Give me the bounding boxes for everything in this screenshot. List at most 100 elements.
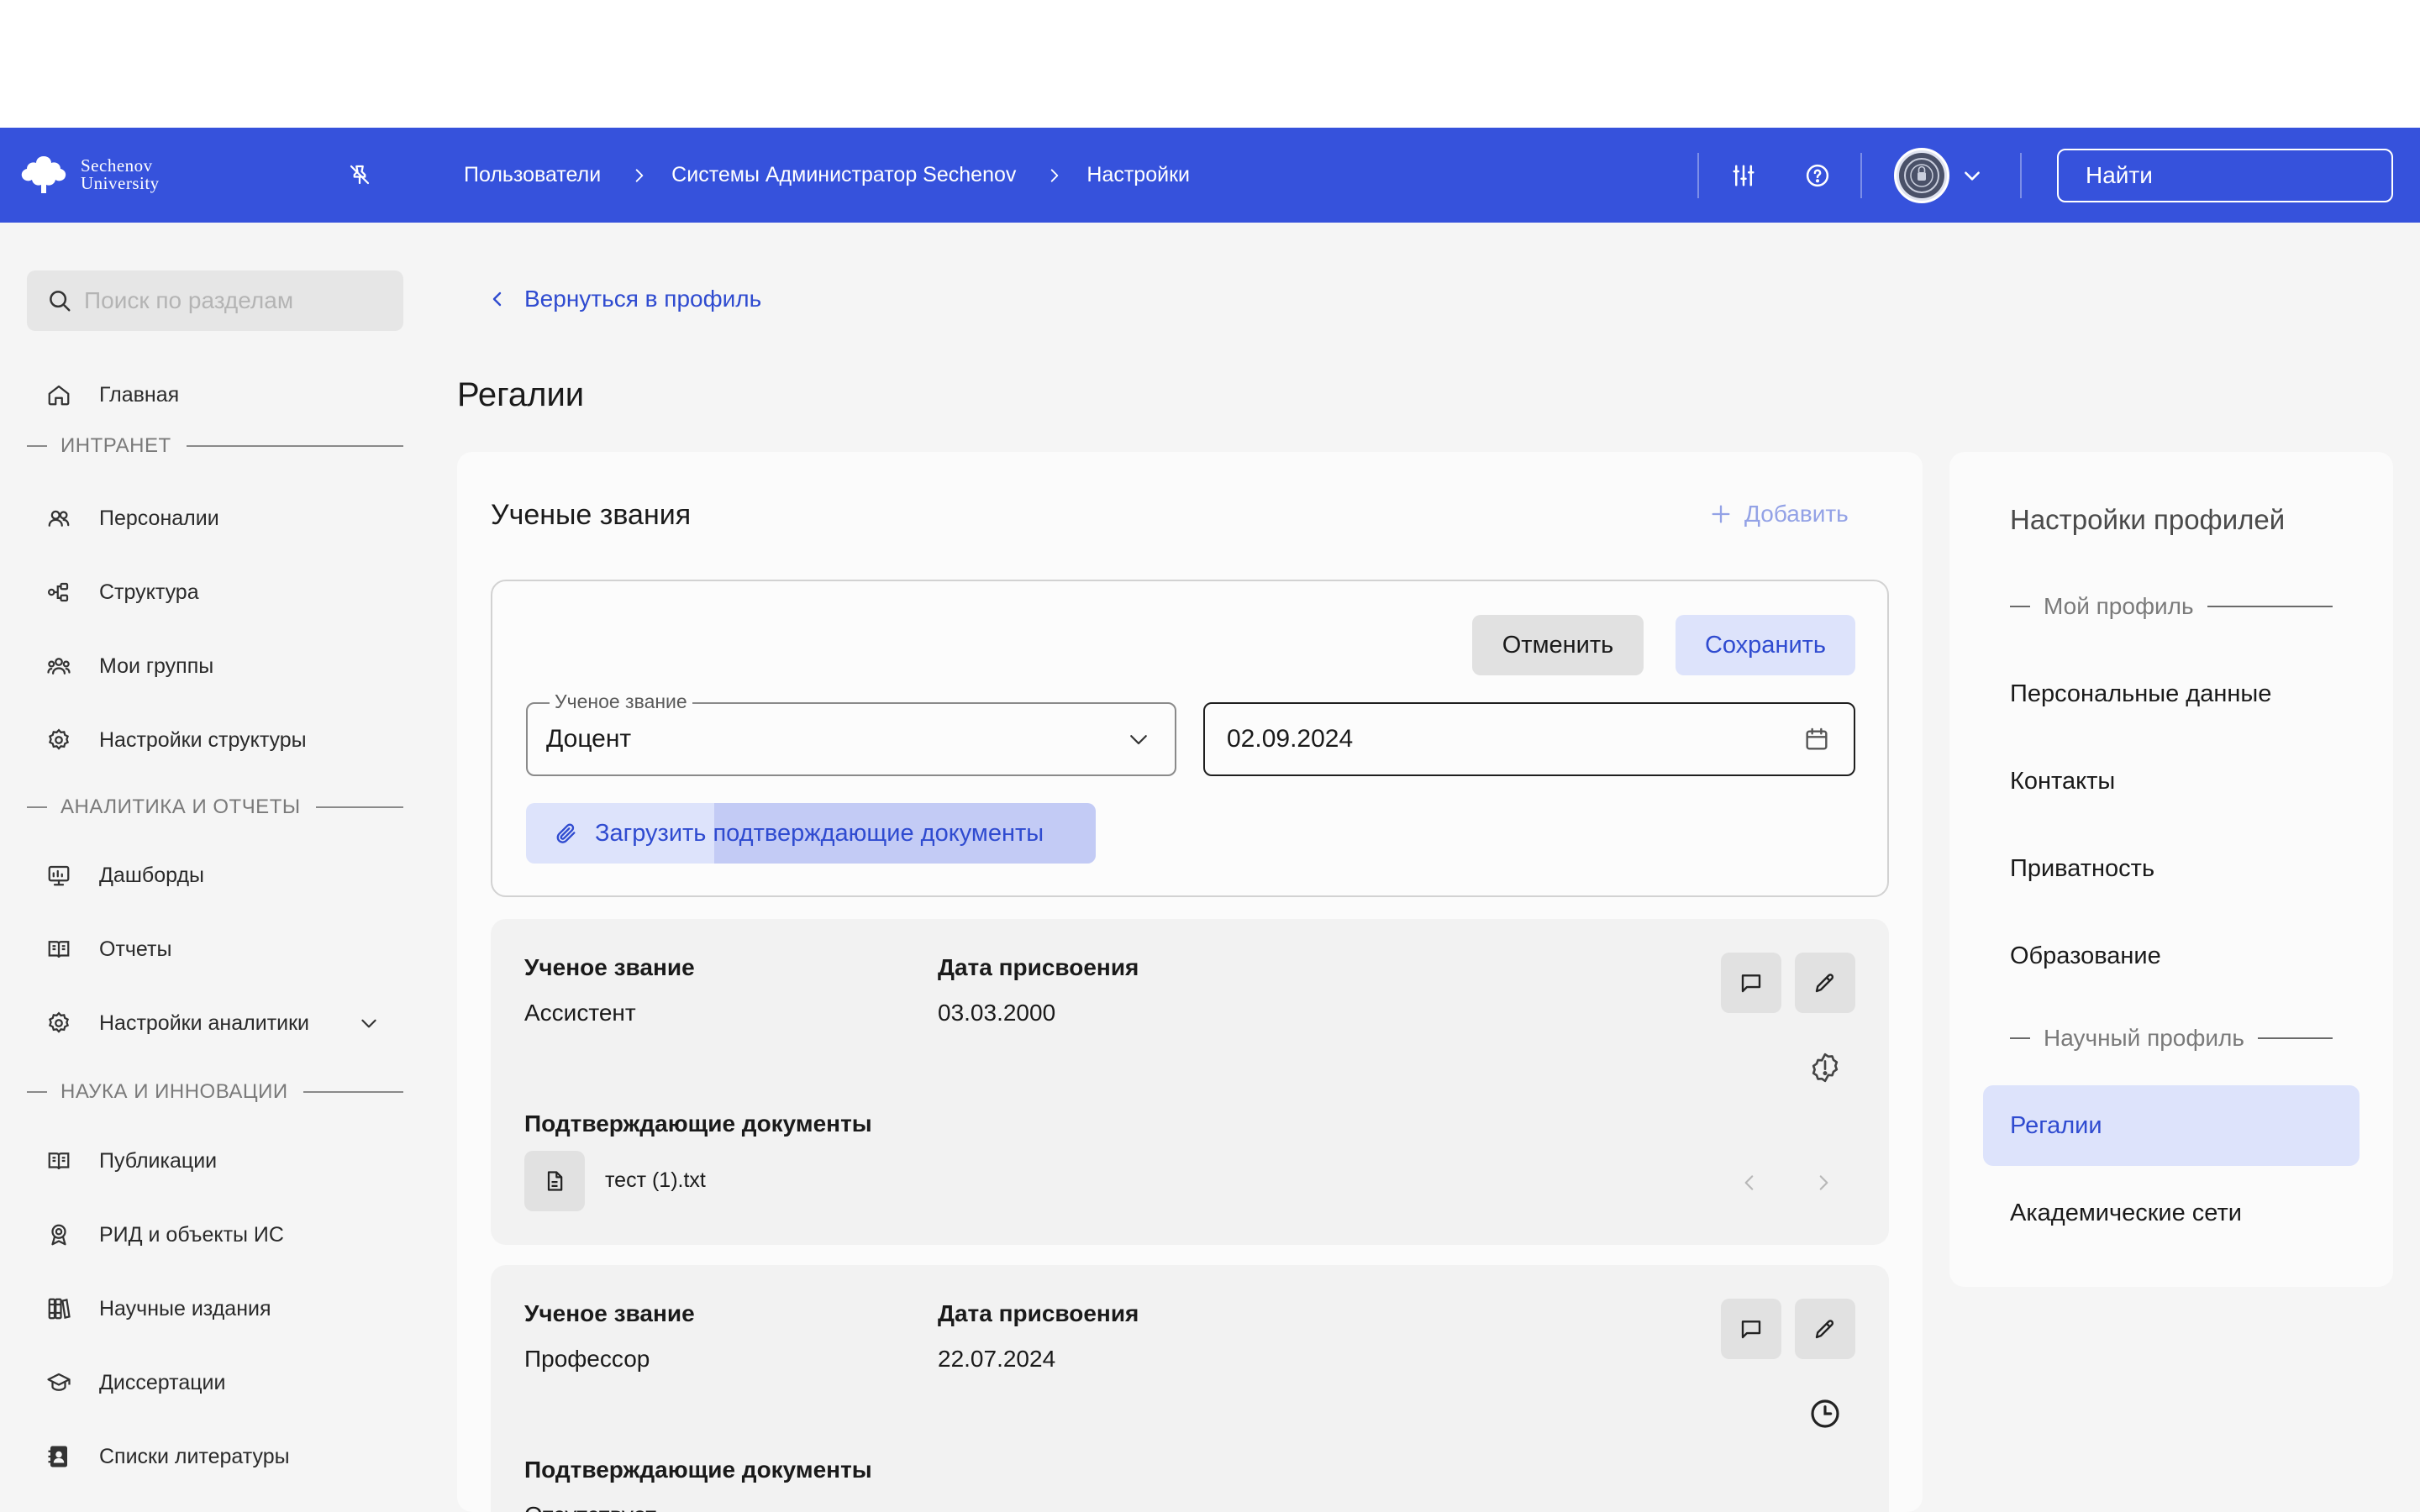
- sidebar-item-label: Научные издания: [99, 1296, 271, 1320]
- header-divider: [1860, 153, 1862, 198]
- page-title: Регалии: [457, 376, 585, 413]
- cancel-button[interactable]: Отменить: [1472, 615, 1644, 675]
- add-button-label: Добавить: [1744, 501, 1849, 527]
- sidebar-item-personalii[interactable]: Персоналии: [44, 497, 219, 539]
- file-icon-button[interactable]: [524, 1151, 585, 1211]
- sidebar-section-intranet: ИНТРАНЕТ: [27, 434, 403, 458]
- chevron-right-icon: [635, 168, 644, 182]
- sliders-icon[interactable]: [1726, 158, 1761, 193]
- rank-entry: Ученое звание Профессор Дата присвоения …: [491, 1265, 1889, 1512]
- logo-tree-icon: [21, 156, 66, 193]
- sidebar-section-title: НАУКА И ИННОВАЦИИ: [60, 1080, 288, 1103]
- next-page-button[interactable]: [1807, 1166, 1840, 1200]
- pencil-icon: [1815, 974, 1834, 993]
- chevron-right-icon: [1819, 1175, 1828, 1190]
- back-link-label: Вернуться в профиль: [524, 286, 762, 312]
- sidebar-search-input[interactable]: [84, 287, 403, 314]
- graduation-cap-icon: [44, 1368, 74, 1398]
- help-icon[interactable]: [1800, 158, 1835, 193]
- sidebar-section-analytics: АНАЛИТИКА И ОТЧЕТЫ: [27, 795, 403, 819]
- sidebar-item-analytics-settings[interactable]: Настройки аналитики: [44, 1002, 309, 1044]
- file-icon: [547, 1171, 563, 1191]
- sidebar-item-structure[interactable]: Структура: [44, 571, 199, 613]
- panel-item-education[interactable]: Образование: [1983, 916, 2360, 996]
- documents-header: Подтверждающие документы: [524, 1110, 872, 1137]
- upload-documents-button[interactable]: Загрузить подтверждающие документы: [526, 803, 1096, 864]
- calendar-icon[interactable]: [1803, 726, 1830, 753]
- sidebar-item-label: Диссертации: [99, 1370, 226, 1394]
- sidebar-section-title: ИНТРАНЕТ: [60, 434, 171, 457]
- sidebar-search: [27, 270, 403, 331]
- comment-icon: [1741, 974, 1761, 993]
- dashboard-icon: [44, 860, 74, 890]
- comment-button[interactable]: [1721, 1299, 1781, 1359]
- sidebar-item-label: Главная: [99, 382, 180, 407]
- pin-off-icon[interactable]: [345, 160, 375, 190]
- save-button[interactable]: Сохранить: [1676, 615, 1855, 675]
- edit-button[interactable]: [1795, 953, 1855, 1013]
- sidebar-item-label: Дашборды: [99, 863, 204, 887]
- sidebar-item-label: Настройки аналитики: [99, 1011, 310, 1035]
- people-icon: [44, 503, 74, 533]
- documents-value: Отсутствует: [524, 1502, 656, 1512]
- panel-section-scientific-profile: Научный профиль: [2010, 1025, 2333, 1052]
- global-search-input[interactable]: [2086, 162, 2389, 189]
- rank-header: Ученое звание: [524, 954, 695, 980]
- rank-header: Ученое звание: [524, 1300, 695, 1326]
- sidebar-item-reports[interactable]: Отчеты: [44, 928, 171, 970]
- logo[interactable]: Sechenov University: [17, 153, 160, 197]
- sidebar: Главная ИНТРАНЕТ Персоналии Структура Мо…: [0, 223, 430, 1512]
- file-name[interactable]: тест (1).txt: [605, 1168, 706, 1193]
- sidebar-item-home[interactable]: Главная: [44, 374, 179, 416]
- date-value: 22.07.2024: [938, 1346, 1056, 1372]
- panel-item-contacts[interactable]: Контакты: [1983, 741, 2360, 822]
- logo-line2: University: [81, 173, 160, 193]
- prev-page-button[interactable]: [1733, 1166, 1766, 1200]
- sidebar-item-dissertations[interactable]: Диссертации: [44, 1362, 225, 1404]
- sidebar-item-label: Публикации: [99, 1148, 218, 1173]
- book-icon: [44, 1146, 74, 1176]
- group-icon: [44, 651, 74, 681]
- sidebar-item-rid[interactable]: РИД и объекты ИС: [44, 1214, 284, 1256]
- chevron-down-icon[interactable]: [356, 1011, 381, 1036]
- panel-title: Настройки профилей: [2010, 504, 2286, 535]
- rank-select-label: Ученое звание: [550, 690, 692, 713]
- rank-select[interactable]: Ученое звание Доцент: [526, 690, 1176, 776]
- upload-documents-label: Загрузить подтверждающие документы: [595, 819, 1044, 847]
- profile-settings-panel: Настройки профилей Мой профиль Персональ…: [1949, 452, 2393, 1287]
- chevron-down-icon[interactable]: [1961, 165, 1983, 186]
- sidebar-item-label: РИД и объекты ИС: [99, 1222, 284, 1247]
- sidebar-item-my-groups[interactable]: Мои группы: [44, 645, 213, 687]
- add-button[interactable]: Добавить: [1709, 501, 1849, 528]
- sidebar-item-label: Мои группы: [99, 654, 214, 678]
- sidebar-section-title: АНАЛИТИКА И ОТЧЕТЫ: [60, 795, 301, 818]
- academic-ranks-card: Ученые звания Добавить Отменить Сохранит…: [457, 452, 1923, 1512]
- sidebar-item-structure-settings[interactable]: Настройки структуры: [44, 719, 307, 761]
- top-strip: [0, 0, 2420, 128]
- breadcrumb-admin[interactable]: Системы Администратор Sechenov: [671, 163, 1016, 187]
- sidebar-item-label: Списки литературы: [99, 1444, 290, 1468]
- avatar[interactable]: [1894, 148, 1949, 203]
- chevron-left-icon: [1744, 1175, 1754, 1190]
- breadcrumb-users[interactable]: Пользователи: [464, 163, 601, 187]
- chevron-right-icon: [1051, 168, 1059, 182]
- panel-item-regalia[interactable]: Регалии: [1983, 1085, 2360, 1166]
- sidebar-item-publications[interactable]: Публикации: [44, 1140, 217, 1182]
- edit-button[interactable]: [1795, 1299, 1855, 1359]
- back-to-profile-link[interactable]: Вернуться в профиль: [487, 286, 761, 312]
- breadcrumb-settings[interactable]: Настройки: [1086, 163, 1190, 187]
- panel-item-personal-data[interactable]: Персональные данные: [1983, 654, 2360, 734]
- panel-section-my-profile: Мой профиль: [2010, 593, 2333, 620]
- sidebar-item-dashboards[interactable]: Дашборды: [44, 854, 204, 896]
- panel-section-title: Мой профиль: [2044, 593, 2194, 619]
- rank-value: Профессор: [524, 1346, 650, 1372]
- home-icon: [44, 380, 74, 410]
- sidebar-item-literature-lists[interactable]: Списки литературы: [44, 1436, 290, 1478]
- sidebar-item-scientific-editions[interactable]: Научные издания: [44, 1288, 271, 1330]
- date-header: Дата присвоения: [938, 954, 1139, 980]
- panel-item-academic-networks[interactable]: Академические сети: [1983, 1173, 2360, 1253]
- panel-item-privacy[interactable]: Приватность: [1983, 828, 2360, 909]
- card-title: Ученые звания: [491, 499, 692, 531]
- date-input[interactable]: [1227, 725, 1803, 753]
- comment-button[interactable]: [1721, 953, 1781, 1013]
